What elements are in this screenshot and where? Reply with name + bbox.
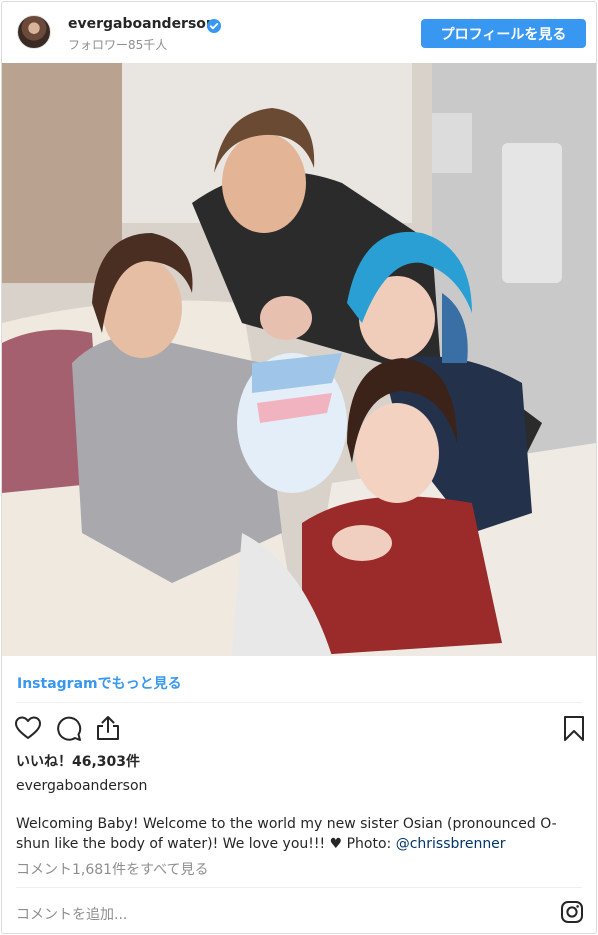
divider — [16, 702, 582, 703]
caption-username[interactable]: evergaboanderson — [16, 778, 147, 794]
share-icon[interactable] — [94, 714, 122, 742]
caption: Welcoming Baby! Welcome to the world my … — [16, 814, 582, 854]
verified-badge-icon — [207, 19, 221, 33]
username[interactable]: evergaboanderson — [68, 16, 216, 32]
family-hospital-photo — [2, 63, 596, 656]
view-profile-button[interactable]: プロフィールを見る — [421, 19, 586, 48]
heart-icon[interactable] — [14, 714, 42, 742]
instagram-embed-card: evergaboanderson フォロワー85千人 プロフィールを見る Ins… — [1, 1, 597, 934]
view-more-on-instagram-link[interactable]: Instagramでもっと見る — [17, 673, 182, 693]
add-comment-field[interactable]: コメントを追加... — [16, 904, 127, 924]
caption-mention-link[interactable]: @chrissbrenner — [396, 836, 506, 852]
like-count[interactable]: いいね！46,303件 — [16, 751, 140, 771]
avatar[interactable] — [17, 15, 51, 49]
instagram-logo-icon[interactable] — [560, 900, 584, 924]
follower-count: フォロワー85千人 — [68, 38, 168, 52]
bookmark-icon[interactable] — [560, 714, 588, 742]
divider — [16, 887, 582, 888]
comment-bubble-icon[interactable] — [54, 714, 82, 742]
post-photo[interactable] — [2, 63, 596, 656]
view-all-comments-link[interactable]: コメント1,681件をすべて見る — [16, 859, 209, 879]
post-header: evergaboanderson フォロワー85千人 プロフィールを見る — [2, 2, 596, 63]
